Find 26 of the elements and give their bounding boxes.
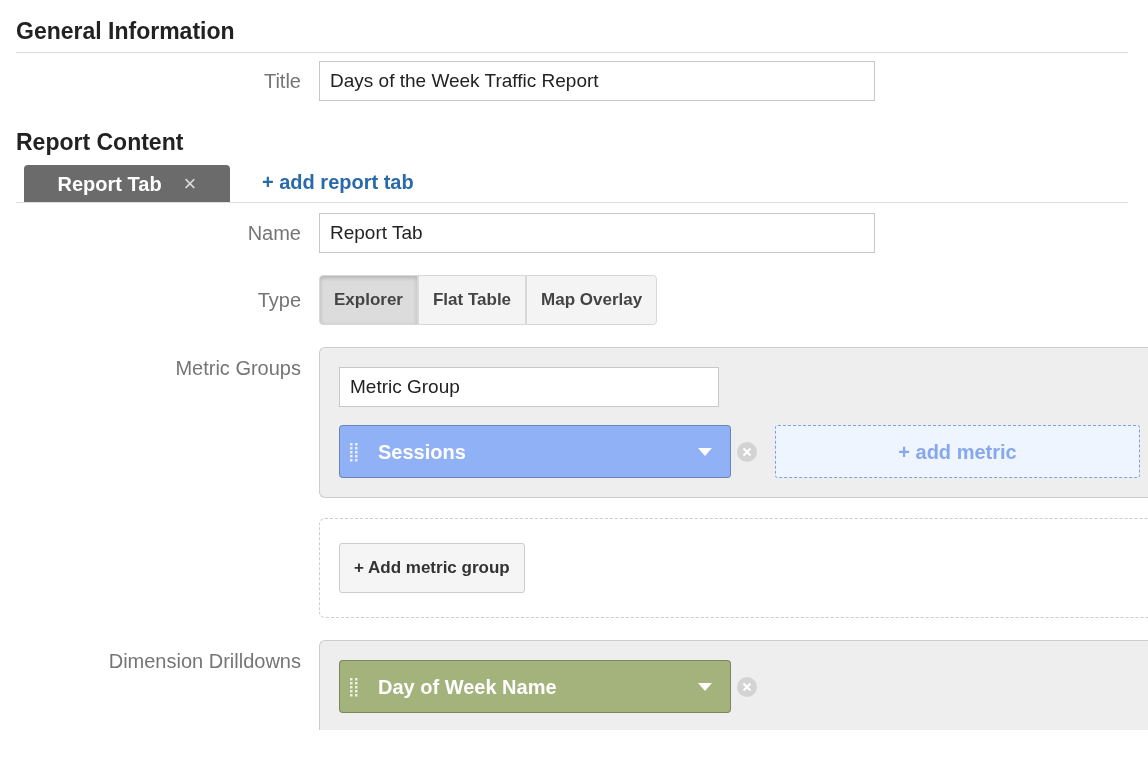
drag-handle-icon bbox=[350, 441, 358, 462]
pill-label: Day of Week Name bbox=[378, 674, 558, 700]
add-report-tab-link[interactable]: + add report tab bbox=[262, 167, 414, 202]
name-field[interactable]: Report Tab bbox=[319, 213, 875, 253]
pill-label: Sessions bbox=[378, 439, 467, 465]
type-option[interactable]: Map Overlay bbox=[526, 275, 658, 325]
section-heading: General Information bbox=[16, 17, 236, 46]
remove-icon[interactable] bbox=[737, 441, 757, 462]
drag-handle-icon bbox=[350, 676, 358, 697]
field-label: Dimension Drilldowns bbox=[107, 649, 301, 674]
type-option[interactable]: Explorer bbox=[319, 275, 418, 325]
field-label: Name bbox=[246, 221, 301, 246]
report-tab[interactable]: Report Tab × bbox=[24, 165, 230, 202]
field-label: Title bbox=[262, 69, 301, 94]
tab-label: Report Tab bbox=[57, 171, 162, 197]
caret-icon bbox=[698, 447, 712, 456]
type-option[interactable]: Flat Table bbox=[418, 275, 527, 325]
metric-group-name-field[interactable]: Metric Group bbox=[339, 367, 719, 407]
section-heading: Report Content bbox=[16, 128, 185, 157]
caret-icon bbox=[698, 682, 712, 691]
remove-icon[interactable] bbox=[737, 676, 757, 697]
field-label: Type bbox=[256, 288, 301, 313]
title-field[interactable]: Days of the Week Traffic Report bbox=[319, 61, 875, 101]
field-label: Metric Groups bbox=[174, 356, 301, 381]
close-icon[interactable]: × bbox=[183, 167, 197, 200]
add-metric-group-button[interactable]: + Add metric group bbox=[339, 543, 525, 593]
